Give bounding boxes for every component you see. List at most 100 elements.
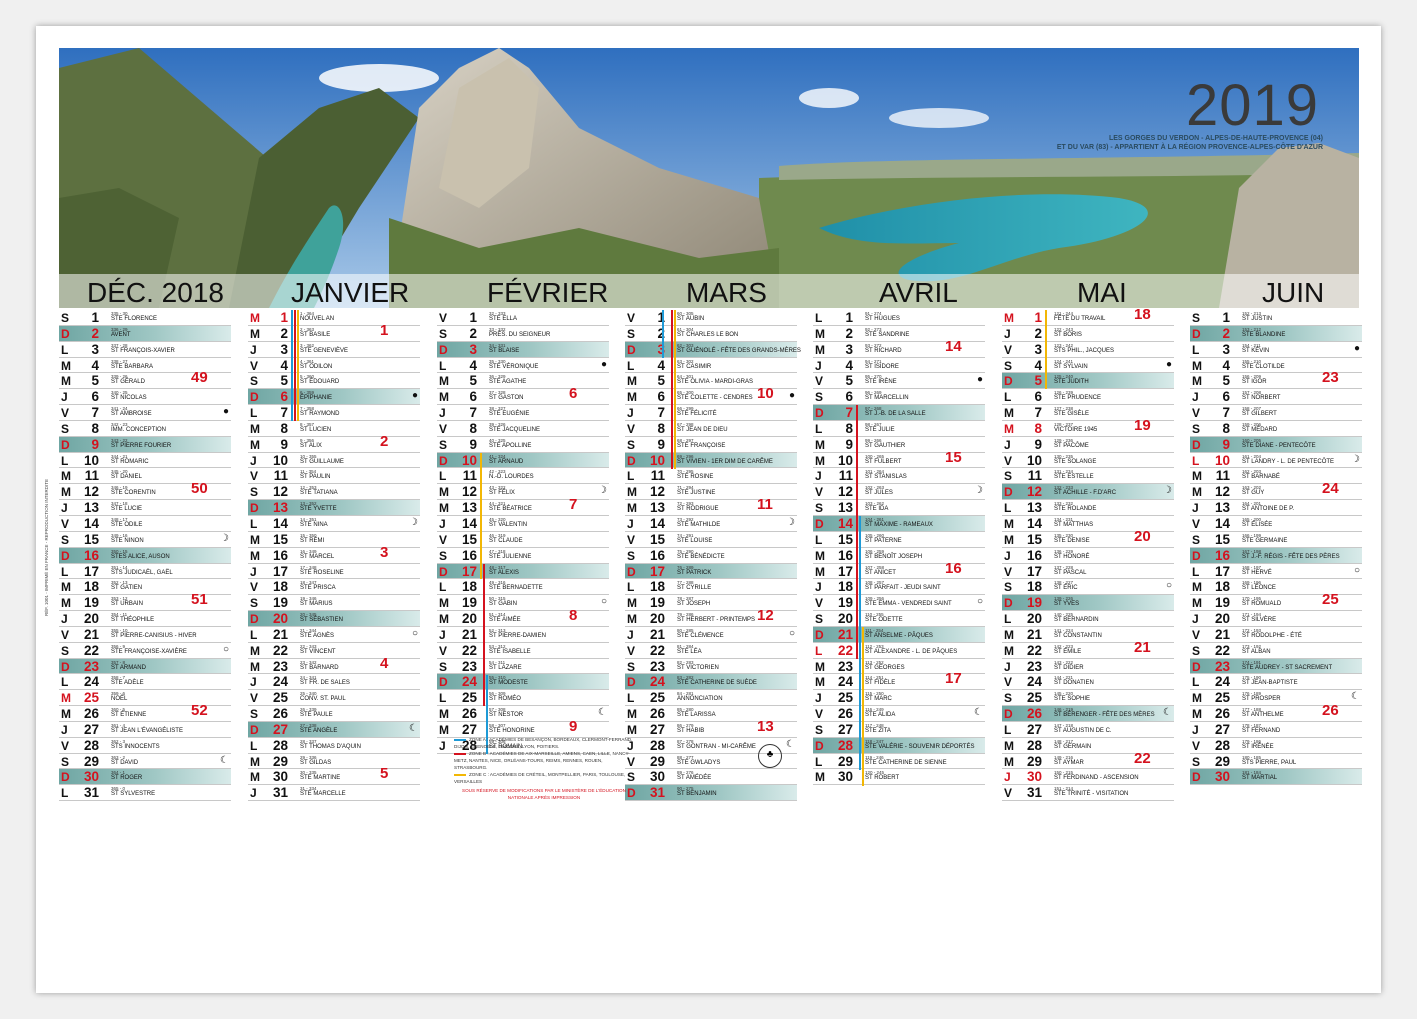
saint-name: STE OLIVIA - MARDI-GRAS [677, 379, 754, 386]
saint-name: STE LOUISE [677, 537, 713, 544]
day-number: 26 [272, 706, 288, 722]
day-number: 18 [649, 579, 665, 595]
saint-name: ST CHARLES LE BON [677, 331, 739, 338]
saint-name: ST ROMÉO [489, 696, 521, 703]
saint-name: ST MARIUS [300, 601, 333, 608]
week-number: 16 [945, 559, 962, 577]
day-number: 5 [1222, 373, 1230, 389]
day-number: 16 [1214, 547, 1230, 563]
day-number: 7 [469, 405, 477, 421]
saint-name: ST ALEXANDRE - L. DE PÂQUES [865, 648, 958, 655]
saint-name: STE CLÉMENCE [677, 632, 724, 639]
publisher-logo-icon: ♣ [758, 744, 782, 768]
day-row: M 17 107 - 258 ST ANICET 16 [813, 560, 985, 580]
day-row: M99 - 356 ST ALIX 2 [248, 433, 420, 453]
day-number: 29 [272, 753, 288, 769]
school-holiday-bar [662, 310, 664, 358]
day-row: V44 - 361 ST ODILON [248, 358, 420, 374]
day-row: S 27 117 - 248 STE ZITA [813, 722, 985, 738]
day-number: 22 [461, 642, 477, 658]
saint-name: ST VICTORIEN [677, 664, 719, 671]
saint-name: ST GASTON [489, 395, 524, 402]
day-row: J 13 164 - 201 ST ANTOINE DE P. [1190, 500, 1362, 516]
day-number: 11 [462, 468, 477, 484]
saint-name: ST BORIS [1054, 331, 1082, 338]
day-row: S 13 103 - 262 STE IDA [813, 500, 985, 516]
day-number: 10 [1214, 452, 1230, 468]
saint-name: STE EUGÉNIE [489, 411, 530, 418]
saint-name: ST ÉRIC [1054, 585, 1078, 592]
day-number: 22 [272, 642, 288, 658]
saint-name: ST FR. DE SALES [300, 680, 350, 687]
school-zones-legend: ZONE A : ACADÉMIES DE BESANÇON, BORDEAUX… [454, 736, 634, 801]
day-row: D362 - 303ST GUÉNOLÉ - FÊTE DES GRANDS-M… [625, 341, 801, 358]
day-row: M 12 163 - 202 ST GUY 24 [1190, 480, 1362, 501]
day-number: 25 [1214, 690, 1230, 706]
day-number: 14 [837, 515, 853, 531]
saint-name: ST URBAIN [111, 601, 143, 608]
day-number: 13 [461, 500, 477, 516]
day-number: 6 [280, 389, 288, 405]
saint-name: STE BERNADETTE [489, 585, 543, 592]
saint-name: ST HABIB [677, 727, 705, 734]
month-column: M 1 121 - 244 FÊTE DU TRAVAIL 18 J 2 122 - 243 S… [1002, 306, 1174, 802]
day-number: 19 [461, 595, 477, 611]
day-number: 3 [280, 341, 288, 357]
day-number: 19 [649, 595, 665, 611]
week-number: 21 [1134, 638, 1151, 656]
saint-name: STE BÉATRICE [489, 506, 532, 513]
day-row: V 14 165 - 200 ST ÉLISÉE [1190, 516, 1362, 532]
saint-name: STE ZITA [865, 727, 891, 734]
day-row: S 18 138 - 227 ST ÉRIC ○ [1002, 579, 1174, 596]
saint-name: ST ÉDOUARD [300, 379, 340, 386]
week-number: 52 [191, 702, 208, 720]
day-row: J 11 101 - 264 ST STANISLAS [813, 468, 985, 485]
saint-name: STE CLOTILDE [1242, 363, 1285, 370]
month-title: MAI [1077, 277, 1127, 308]
day-number: 28 [837, 737, 853, 753]
moon-phase-icon: ☽ [409, 516, 418, 528]
day-row: D 23 357 - 8 ST ARMAND [59, 658, 231, 675]
day-row: D 10 41 - 324 ST ARNAUD [437, 452, 609, 469]
day-number: 23 [837, 658, 853, 674]
day-row: J 6 157 - 208 ST NORBERT [1190, 389, 1362, 406]
day-number: 10 [649, 452, 665, 468]
saint-name: ST AMÉDÉE [677, 775, 712, 782]
day-row: V 24 144 - 221 ST DONATIEN [1002, 674, 1174, 691]
day-number: 9 [469, 436, 477, 452]
saint-name: ST GAUTHIER [865, 442, 906, 449]
day-row: S 9 68 - 297 STE FRANÇOISE [625, 437, 797, 453]
week-number: 23 [1322, 369, 1339, 387]
day-row: V 15 46 - 319 ST CLAUDE [437, 532, 609, 548]
day-row: M 26 360 - 5 ST ÉTIENNE 52 [59, 702, 231, 722]
saint-name: ST ANTOINE DE P. [1242, 506, 1295, 513]
day-number: 25 [461, 690, 477, 706]
day-number: 3 [1034, 341, 1042, 357]
saint-name: STE GWLADYS [677, 759, 721, 766]
day-row: S 23 82 - 283 ST VICTORIEN [625, 659, 797, 675]
day-number: 12 [837, 484, 853, 500]
week-number: 14 [945, 337, 962, 355]
day-row: L 15 105 - 260 ST PATERNE [813, 532, 985, 548]
day-number: 21 [83, 626, 99, 642]
saint-name: ST THOMAS D'AQUIN [300, 743, 361, 750]
moon-phase-icon: ☽ [220, 532, 229, 544]
saint-name: STS PIERRE, PAUL [1242, 759, 1297, 766]
day-row: M 19 50 - 315 ST GABIN ○ [437, 595, 609, 612]
day-row: M 5 339 - 26 ST GÉRALD 49 [59, 369, 231, 390]
saint-name: ST GUILLAUME [300, 458, 344, 465]
saint-name: ST JUSTIN [1242, 316, 1273, 322]
week-number: 17 [945, 670, 962, 688]
saint-name: STE BARBARA [111, 363, 154, 370]
saint-name: STE PAULE [300, 712, 333, 719]
day-number: 2 [280, 325, 288, 341]
landscape-banner: 2019 LES GORGES DU VERDON - ALPES-DE-HAU… [59, 48, 1359, 308]
saint-name: ST AUGUSTIN DE C. [1054, 727, 1112, 734]
day-row: J33 - 362 STE GENEVIÈVE [248, 342, 420, 358]
day-row: S 29 363 - 2 ST DAVID ☾ [59, 754, 231, 770]
saint-name: ST PATERNE [865, 537, 902, 544]
legend-zone-a: ZONE A : ACADÉMIES DE BESANÇON, BORDEAUX… [454, 736, 634, 750]
saint-name: STES ALICE, AUSON [111, 553, 170, 560]
saint-name: ST ÉLISÉE [1242, 521, 1273, 528]
day-row: J 27 178 - 187 ST FERNAND [1190, 722, 1362, 738]
